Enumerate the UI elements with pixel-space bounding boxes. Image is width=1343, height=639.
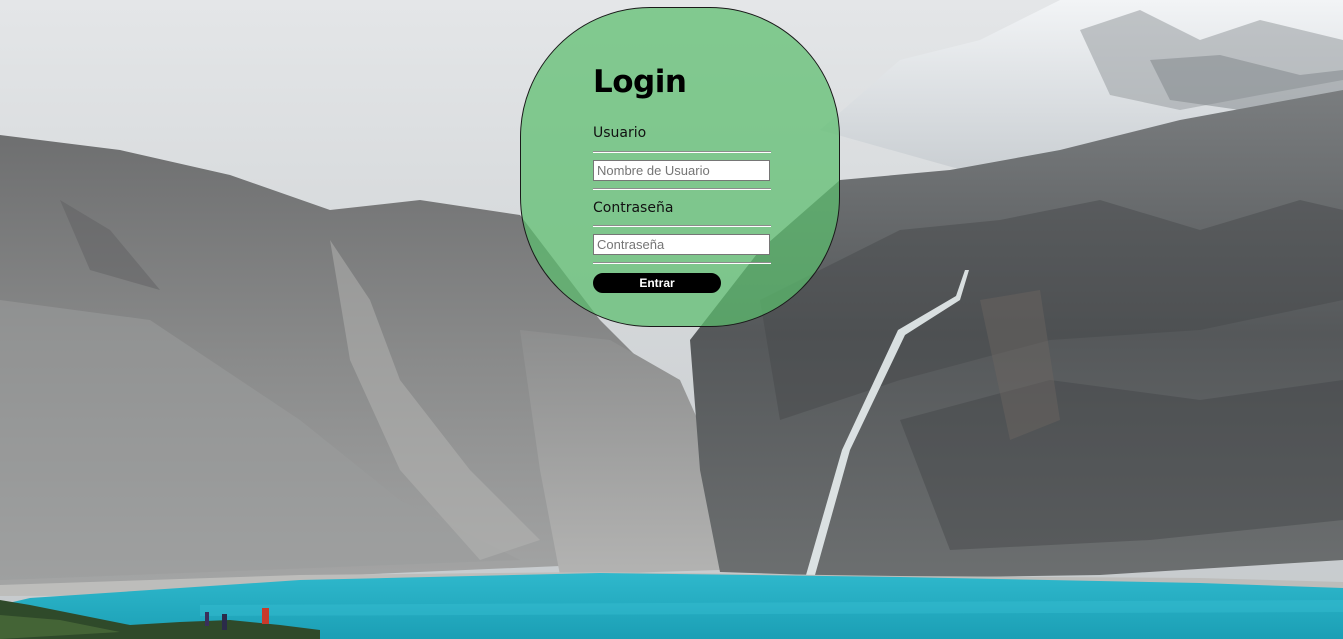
- password-input[interactable]: [593, 234, 770, 255]
- submit-button[interactable]: Entrar: [593, 273, 721, 293]
- username-label: Usuario: [593, 125, 647, 141]
- divider: [593, 151, 771, 153]
- login-form: Login Usuario Contraseña Entrar: [593, 64, 771, 293]
- divider: [593, 225, 771, 227]
- username-input[interactable]: [593, 160, 770, 181]
- divider: [593, 262, 771, 264]
- login-card: Login Usuario Contraseña Entrar: [520, 7, 840, 327]
- divider: [593, 188, 771, 190]
- login-title: Login: [593, 64, 687, 100]
- password-label: Contraseña: [593, 200, 674, 216]
